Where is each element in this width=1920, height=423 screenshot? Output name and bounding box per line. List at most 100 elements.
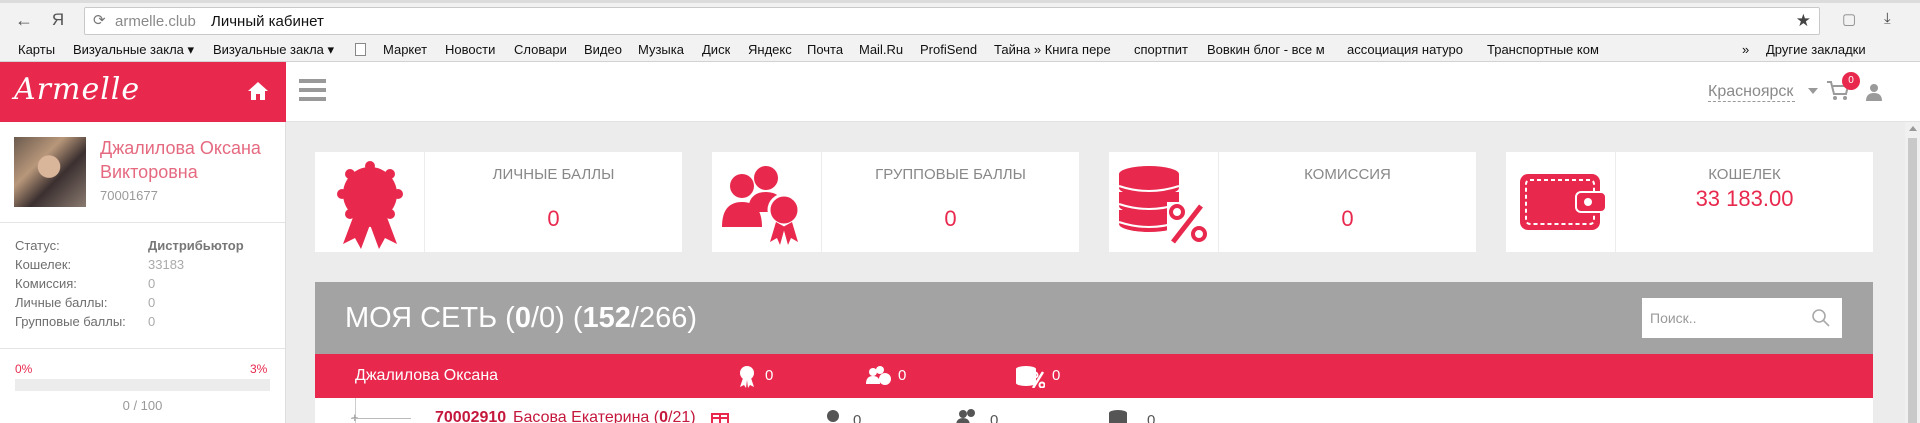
bookmark-item[interactable]: Диск xyxy=(702,42,730,57)
sidebar: Armelle Джалилова Оксана Викторовна 7000… xyxy=(0,62,286,423)
user-icon[interactable] xyxy=(1866,83,1882,101)
bookmark-item[interactable]: ассоциация натуро xyxy=(1347,42,1469,57)
bookmark-item[interactable]: Тайна » Книга пере xyxy=(994,42,1119,57)
network-child-row[interactable]: + 70002910 Басова Екатерина (0/21) 0 0 0 xyxy=(315,398,1873,423)
bookmark-item[interactable]: Видео xyxy=(584,42,622,57)
card-title: ЛИЧНЫЕ БАЛЛЫ xyxy=(492,166,615,183)
card-value: 33 183.00 xyxy=(1695,186,1794,211)
home-icon[interactable] xyxy=(247,80,269,102)
bookmark-item[interactable]: Вовкин блог - все м xyxy=(1207,42,1331,57)
group-award-icon xyxy=(956,409,975,423)
scroll-thumb[interactable] xyxy=(1908,138,1917,423)
city-selector[interactable]: Красноярск xyxy=(1708,83,1796,102)
card-commission: КОМИССИЯ 0 xyxy=(1109,152,1476,252)
root-group-points: 0 xyxy=(898,367,907,384)
info-label: Личные баллы: xyxy=(15,295,108,310)
info-commission: Комиссия: 0 xyxy=(15,276,275,295)
wallet-icon xyxy=(1520,174,1607,230)
child-member-name[interactable]: Басова Екатерина (0/21) xyxy=(513,409,696,423)
network-title-suffix: /266) xyxy=(630,302,698,334)
card-icon-area xyxy=(712,152,822,252)
top-bar: Красноярск 0 xyxy=(286,62,1920,122)
bookmark-item[interactable]: Mail.Ru xyxy=(859,42,903,57)
document-icon xyxy=(355,43,366,56)
card-title: КОМИССИЯ xyxy=(1304,166,1391,183)
card-icon-area xyxy=(315,152,425,252)
info-label: Статус: xyxy=(15,238,60,253)
award-icon xyxy=(827,410,839,422)
card-value: 0 xyxy=(944,206,957,231)
bookmark-folder[interactable]: Визуальные закла ▾ xyxy=(73,42,201,58)
child-group-points: 0 xyxy=(990,412,999,423)
page-scrollbar[interactable] xyxy=(1905,122,1920,423)
tree-branch xyxy=(351,418,411,419)
info-label: Кошелек: xyxy=(15,257,72,272)
root-commission: 0 xyxy=(1052,367,1061,384)
card-title: КОШЕЛЕК xyxy=(1708,166,1781,183)
logo[interactable]: Armelle xyxy=(14,72,140,107)
gift-icon[interactable] xyxy=(710,408,730,423)
bookmark-item[interactable]: Новости xyxy=(445,42,495,57)
progress-min-label: 0% xyxy=(15,362,33,376)
user-name[interactable]: Джалилова Оксана Викторовна xyxy=(100,136,280,184)
back-button[interactable]: ← xyxy=(12,8,36,32)
bookmark-item[interactable]: Словари xyxy=(514,42,567,57)
bookmark-item[interactable]: Карты xyxy=(18,42,55,57)
network-title-prefix: МОЯ СЕТЬ ( xyxy=(345,302,515,334)
bookmark-folder[interactable]: Визуальные закла ▾ xyxy=(213,42,341,58)
extension-icon[interactable]: ▢ xyxy=(1842,10,1856,28)
search-input[interactable]: Поиск.. xyxy=(1642,298,1842,338)
card-value: 0 xyxy=(547,206,560,231)
card-icon-area xyxy=(1109,152,1219,252)
info-status: Статус: Дистрибьютор xyxy=(15,238,275,257)
bookmark-item[interactable]: Музыка xyxy=(638,42,684,57)
bookmarks-overflow-button[interactable]: » xyxy=(1742,42,1749,57)
reload-icon[interactable]: ⟳ xyxy=(93,11,106,29)
bookmarks-bar: Карты Визуальные закла ▾ Визуальные закл… xyxy=(0,38,1920,62)
expand-toggle[interactable]: + xyxy=(351,410,359,423)
info-value: Дистрибьютор xyxy=(148,238,244,253)
network-root-row[interactable]: Джалилова Оксана 0 0 0 xyxy=(315,354,1873,398)
info-group-points: Групповые баллы: 0 xyxy=(15,314,275,333)
logo-bar: Armelle xyxy=(0,62,286,122)
yandex-button[interactable]: Я xyxy=(46,8,70,32)
network-header: МОЯ СЕТЬ (0/0) (152/266) Поиск.. xyxy=(315,282,1873,354)
search-icon[interactable] xyxy=(1812,309,1830,327)
bookmark-item[interactable]: Яндекс xyxy=(748,42,792,57)
coins-percent-icon xyxy=(1109,410,1127,423)
user-id: 70001677 xyxy=(100,188,158,203)
info-wallet: Кошелек: 33183 xyxy=(15,257,275,276)
url-domain: armelle.club xyxy=(115,13,196,30)
award-icon xyxy=(740,366,754,388)
child-personal-points: 0 xyxy=(853,412,862,423)
address-bar[interactable]: ⟳ armelle.club Личный кабинет ★ xyxy=(84,7,1820,35)
network-title-middle: /0) ( xyxy=(530,302,583,334)
scroll-up-arrow-icon[interactable] xyxy=(1909,126,1917,131)
child-member-id[interactable]: 70002910 xyxy=(435,409,506,423)
avatar[interactable] xyxy=(14,137,86,207)
bookmark-item[interactable]: Почта xyxy=(807,42,843,57)
bookmark-item[interactable]: Транспортные ком xyxy=(1487,42,1615,57)
network-title: МОЯ СЕТЬ (0/0) (152/266) xyxy=(345,302,697,335)
bookmark-star-icon[interactable]: ★ xyxy=(1796,11,1811,31)
cart-badge: 0 xyxy=(1842,72,1860,90)
divider xyxy=(0,222,286,223)
progress-bar xyxy=(15,379,270,391)
bookmark-item[interactable]: Маркет xyxy=(383,42,427,57)
search-placeholder: Поиск.. xyxy=(1650,310,1697,326)
root-member-name[interactable]: Джалилова Оксана xyxy=(355,367,498,385)
group-award-icon xyxy=(722,166,801,245)
award-icon xyxy=(337,161,403,249)
network-count-a: 0 xyxy=(514,302,531,334)
chevron-down-icon[interactable] xyxy=(1808,88,1818,94)
coins-percent-icon xyxy=(1118,166,1207,244)
child-commission: 0 xyxy=(1147,412,1156,423)
other-bookmarks-folder[interactable]: Другие закладки xyxy=(1766,42,1866,57)
menu-icon[interactable] xyxy=(299,79,326,101)
card-value: 0 xyxy=(1341,206,1354,231)
bookmark-item[interactable]: спортпит xyxy=(1134,42,1188,57)
download-icon[interactable]: ⤓ xyxy=(1884,10,1891,27)
card-personal-points: ЛИЧНЫЕ БАЛЛЫ 0 xyxy=(315,152,682,252)
bookmark-item[interactable]: ProfiSend xyxy=(920,42,977,57)
card-group-points: ГРУППОВЫЕ БАЛЛЫ 0 xyxy=(712,152,1079,252)
